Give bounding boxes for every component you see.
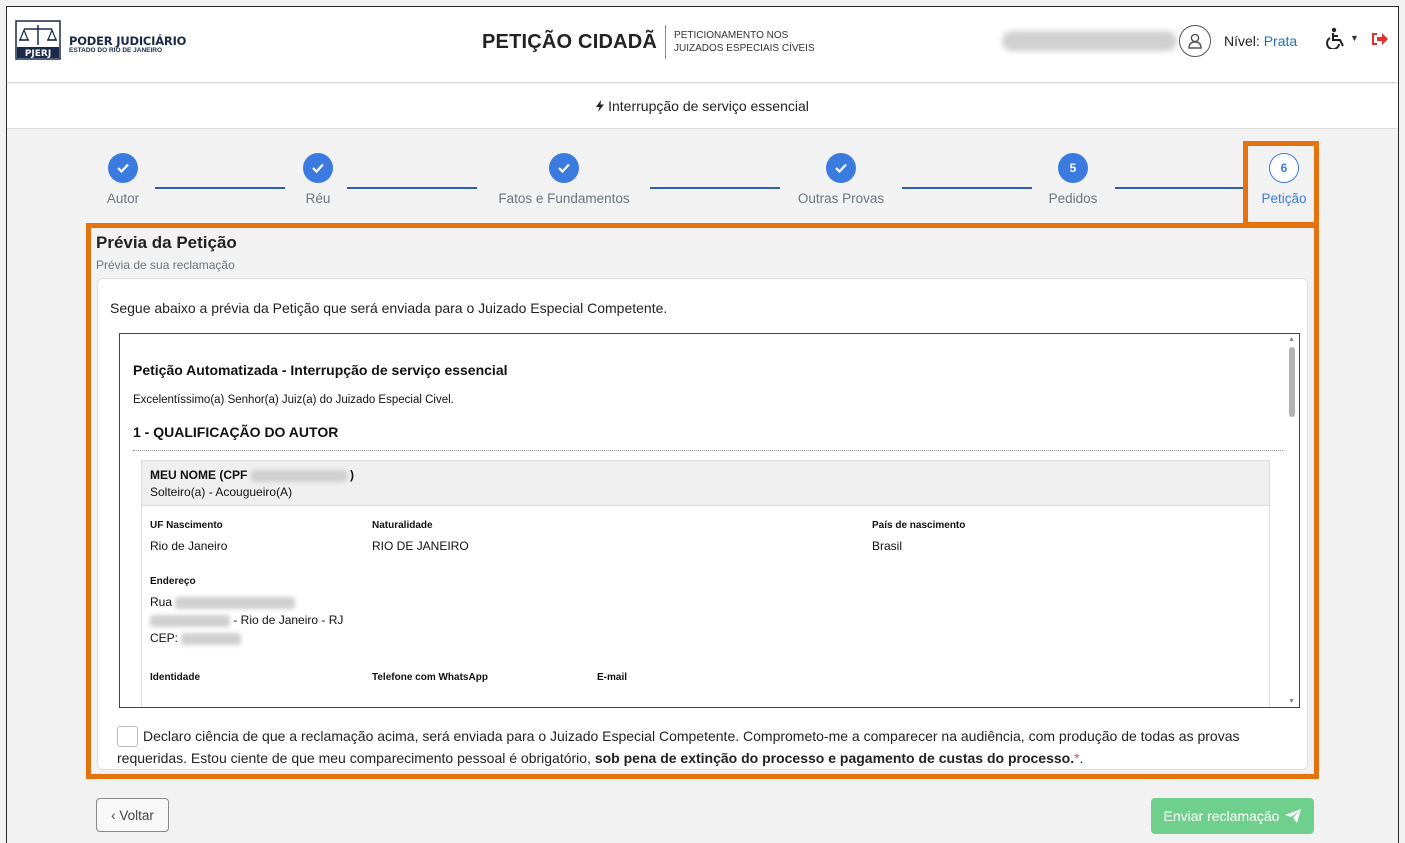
user-profile-button[interactable]	[1179, 25, 1211, 57]
logo-badge-text: PJERJ	[25, 49, 51, 59]
user-name-redacted	[1002, 31, 1177, 51]
step-outras-provas[interactable]: Outras Provas	[791, 153, 891, 206]
step-label: Réu	[305, 191, 331, 206]
claim-type-bar: Interrupção de serviço essencial	[7, 84, 1398, 129]
check-icon	[303, 153, 333, 183]
check-icon	[108, 153, 138, 183]
logo-subtitle: ESTADO DO RIO DE JANEIRO	[69, 47, 163, 54]
send-button-label: Enviar reclamação	[1163, 808, 1280, 824]
progress-stepper: Autor Réu Fatos e Fundamentos Outras Pro…	[7, 129, 1398, 229]
step-connector	[902, 187, 1032, 189]
step-reu[interactable]: Réu	[295, 153, 341, 206]
back-button[interactable]: ‹ Voltar	[96, 798, 169, 832]
app-title: PETIÇÃO CIDADÃ PETICIONAMENTO NOS JUIZAD…	[482, 25, 815, 59]
step-connector	[650, 187, 780, 189]
app-tagline: PETICIONAMENTO NOS JUIZADOS ESPECIAIS CÍ…	[674, 29, 815, 55]
chevron-down-icon: ▼	[1350, 33, 1359, 43]
step-fatos-fundamentos[interactable]: Fatos e Fundamentos	[489, 153, 639, 206]
sign-out-icon	[1372, 33, 1388, 45]
step-connector	[1115, 187, 1245, 189]
step-label: Pedidos	[1048, 191, 1098, 206]
highlight-step-peticao	[1243, 141, 1319, 227]
logo-title: PODER JUDICIÁRIO	[69, 33, 187, 48]
user-circle-icon	[1188, 33, 1202, 49]
claim-type-label: Interrupção de serviço essencial	[608, 98, 809, 114]
app-tagline-line2: JUIZADOS ESPECIAIS CÍVEIS	[674, 43, 815, 54]
level-value[interactable]: Prata	[1264, 33, 1297, 49]
app-frame: PJERJ PODER JUDICIÁRIO ESTADO DO RIO DE …	[6, 6, 1399, 843]
app-tagline-line1: PETICIONAMENTO NOS	[674, 30, 789, 41]
check-icon	[826, 153, 856, 183]
bolt-icon	[596, 100, 605, 112]
send-claim-button[interactable]: Enviar reclamação	[1151, 798, 1314, 834]
step-label: Outras Provas	[797, 191, 885, 206]
app-name: PETIÇÃO CIDADÃ	[482, 30, 658, 53]
step-label: Fatos e Fundamentos	[498, 191, 630, 206]
tjrj-logo[interactable]: PJERJ PODER JUDICIÁRIO ESTADO DO RIO DE …	[15, 20, 186, 60]
divider	[665, 25, 667, 59]
accessibility-menu[interactable]: ▼	[1325, 27, 1359, 49]
step-autor[interactable]: Autor	[100, 153, 146, 206]
step-connector	[347, 187, 477, 189]
logout-button[interactable]	[1371, 31, 1389, 52]
user-level: Nível: Prata	[1224, 33, 1297, 49]
top-bar: PJERJ PODER JUDICIÁRIO ESTADO DO RIO DE …	[7, 7, 1398, 83]
step-number: 5	[1058, 153, 1088, 183]
paper-plane-icon	[1285, 809, 1302, 823]
level-label: Nível:	[1224, 33, 1260, 49]
check-icon	[549, 153, 579, 183]
wheelchair-icon	[1326, 27, 1344, 49]
step-pedidos[interactable]: 5 Pedidos	[1043, 153, 1103, 206]
highlight-preview-section	[86, 223, 1319, 779]
scales-of-justice-icon: PJERJ	[15, 20, 61, 60]
step-connector	[155, 187, 285, 189]
step-label: Autor	[106, 191, 140, 206]
